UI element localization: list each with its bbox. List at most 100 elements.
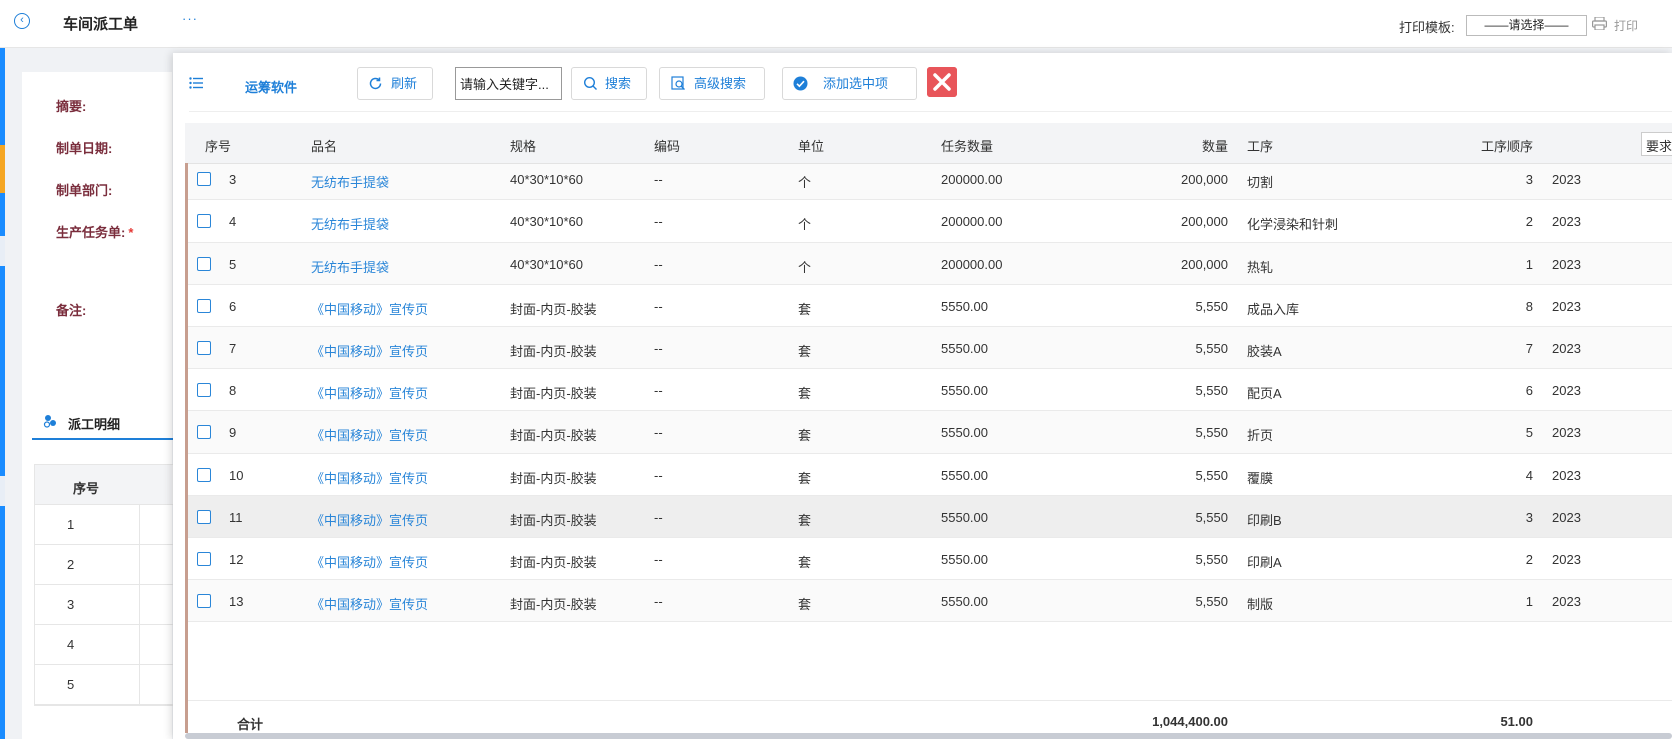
cell-process: 折页 [1247, 428, 1274, 444]
cell-spec: 封面-内页-胶装 [510, 386, 597, 402]
cell-qty: 200,000 [1181, 172, 1228, 188]
row-checkbox[interactable] [197, 594, 211, 609]
table-row[interactable]: 9 《中国移动》宣传页 封面-内页-胶装 -- 套 5550.00 5,550 折页 5 2023 [185, 411, 1672, 454]
print-template-label: 打印模板: [1399, 20, 1455, 35]
cell-unit: 套 [798, 301, 812, 317]
table-row[interactable]: 11 《中国移动》宣传页 封面-内页-胶装 -- 套 5550.00 5,550 印刷B 3 20… [185, 495, 1672, 538]
menu-icon[interactable] [189, 77, 203, 89]
cell-order: 5 [1525, 425, 1533, 441]
dept-label: 制单部门: [56, 183, 113, 198]
cell-name[interactable]: 无纺布手提袋 [311, 257, 389, 276]
row-checkbox[interactable] [197, 425, 211, 440]
col-unit[interactable]: 单位 [798, 136, 824, 155]
table-row[interactable]: 6 《中国移动》宣传页 封面-内页-胶装 -- 套 5550.00 5,550 成品入库 8 20… [185, 284, 1672, 327]
table-row[interactable]: 12 《中国移动》宣传页 封面-内页-胶装 -- 套 5550.00 5,550 印刷A 2 20… [185, 537, 1672, 581]
col-qty[interactable]: 数量 [1165, 136, 1228, 155]
row-checkbox[interactable] [197, 340, 211, 355]
cell-seq: 6 [229, 298, 237, 314]
close-icon[interactable] [927, 67, 957, 97]
cell-unit: 个 [798, 175, 812, 191]
cell-process: 印刷B [1247, 512, 1282, 528]
table-row[interactable]: 4 [35, 625, 193, 665]
cell-qty: 5,550 [1195, 298, 1228, 314]
row-checkbox[interactable] [197, 256, 211, 271]
cell-spec: 封面-内页-胶装 [510, 301, 597, 317]
table-row[interactable]: 1 [35, 505, 193, 545]
cell-order: 6 [1525, 383, 1533, 399]
search-button[interactable]: 搜索 [571, 67, 647, 100]
row-checkbox[interactable] [197, 509, 211, 524]
add-selected-button[interactable]: 添加选中项 [782, 67, 917, 100]
cell-code: -- [654, 298, 663, 314]
col-name[interactable]: 品名 [311, 136, 337, 155]
cell-task-qty: 5550.00 [941, 551, 988, 567]
top-bar: ‹ 车间派工单 ··· 打印模板: ——请选择—— 打印 [0, 0, 1672, 48]
summary-label: 摘要: [56, 99, 87, 114]
cell-name[interactable]: 《中国移动》宣传页 [311, 341, 428, 360]
table-row[interactable]: 4 无纺布手提袋 40*30*10*60 -- 个 200000.00 200,000 化学浸… [185, 200, 1672, 243]
cell-qty: 5,550 [1195, 594, 1228, 610]
table-row[interactable]: 5 [35, 665, 193, 705]
row-checkbox[interactable] [197, 172, 211, 187]
col-seq[interactable]: 序号 [205, 136, 231, 155]
advanced-search-button[interactable]: 高级搜索 [659, 67, 765, 100]
table-row[interactable]: 10 《中国移动》宣传页 封面-内页-胶装 -- 套 5550.00 5,550 覆膜 4 202… [185, 453, 1672, 496]
cell-name[interactable]: 《中国移动》宣传页 [311, 552, 428, 571]
grid-left-accent [185, 163, 188, 733]
table-row[interactable]: 13 《中国移动》宣传页 封面-内页-胶装 -- 套 5550.00 5,550 制版 1 202… [185, 580, 1672, 623]
printer-icon[interactable] [1592, 17, 1607, 30]
col-spec[interactable]: 规格 [510, 136, 536, 155]
cell-name[interactable]: 《中国移动》宣传页 [311, 299, 428, 318]
refresh-icon [369, 77, 382, 90]
cell-name[interactable]: 《中国移动》宣传页 [311, 468, 428, 487]
page-title: 车间派工单 [63, 16, 139, 33]
cell-name[interactable]: 《中国移动》宣传页 [311, 594, 428, 613]
refresh-button[interactable]: 刷新 [357, 67, 433, 100]
row-checkbox[interactable] [197, 383, 211, 398]
cell-require-date: 2023 [1552, 214, 1581, 230]
cell-code: -- [654, 256, 663, 272]
row-checkbox[interactable] [197, 214, 211, 229]
more-icon[interactable]: ··· [182, 11, 198, 26]
horizontal-scrollbar[interactable] [185, 733, 1672, 739]
cell-require-date: 2023 [1552, 551, 1581, 567]
cell-name[interactable]: 《中国移动》宣传页 [311, 510, 428, 529]
cell-order: 2 [1525, 551, 1533, 567]
cell-qty: 200,000 [1181, 256, 1228, 272]
cell-qty: 5,550 [1195, 509, 1228, 525]
search-icon [583, 76, 597, 90]
table-row[interactable]: 2 [35, 545, 193, 585]
cell-task-qty: 200000.00 [941, 256, 1003, 272]
keyword-search-input[interactable] [455, 67, 562, 100]
tab-dispatch-detail[interactable]: 派工明细 [32, 402, 192, 440]
col-code[interactable]: 编码 [654, 136, 680, 155]
cell-name[interactable]: 《中国移动》宣传页 [311, 425, 428, 444]
cell-name[interactable]: 《中国移动》宣传页 [311, 383, 428, 402]
cell-unit: 套 [798, 512, 812, 528]
cell-name[interactable]: 无纺布手提袋 [311, 172, 389, 191]
back-arrow-icon[interactable]: ‹ [14, 13, 30, 29]
col-task-qty[interactable]: 任务数量 [941, 136, 993, 155]
cell-spec: 封面-内页-胶装 [510, 470, 597, 486]
table-row[interactable]: 7 《中国移动》宣传页 封面-内页-胶装 -- 套 5550.00 5,550 胶装A 7 202… [185, 326, 1672, 370]
cell-qty: 5,550 [1195, 467, 1228, 483]
cell-name[interactable]: 无纺布手提袋 [311, 214, 389, 233]
toolbar-title: 运筹软件 [245, 80, 298, 95]
advanced-search-icon [671, 76, 685, 90]
table-row[interactable]: 3 [35, 585, 193, 625]
col-process[interactable]: 工序 [1247, 136, 1273, 155]
table-row[interactable]: 5 无纺布手提袋 40*30*10*60 -- 个 200000.00 200,000 热轧 1… [185, 242, 1672, 285]
table-row[interactable]: 3 无纺布手提袋 40*30*10*60 -- 个 200000.00 200,000 切割 3… [185, 158, 1672, 201]
cell-spec: 封面-内页-胶装 [510, 343, 597, 359]
table-row[interactable]: 8 《中国移动》宣传页 封面-内页-胶装 -- 套 5550.00 5,550 配页A 6 202… [185, 369, 1672, 412]
cell-qty: 5,550 [1195, 425, 1228, 441]
col-require[interactable]: 要求 [1641, 132, 1672, 156]
cell-task-qty: 5550.00 [941, 425, 988, 441]
row-checkbox[interactable] [197, 298, 211, 313]
row-checkbox[interactable] [197, 467, 211, 482]
print-button[interactable]: 打印 [1614, 17, 1638, 34]
col-order[interactable]: 工序顺序 [1465, 136, 1533, 155]
print-template-select[interactable]: ——请选择—— [1466, 15, 1587, 36]
cell-code: -- [654, 467, 663, 483]
row-checkbox[interactable] [197, 551, 211, 566]
